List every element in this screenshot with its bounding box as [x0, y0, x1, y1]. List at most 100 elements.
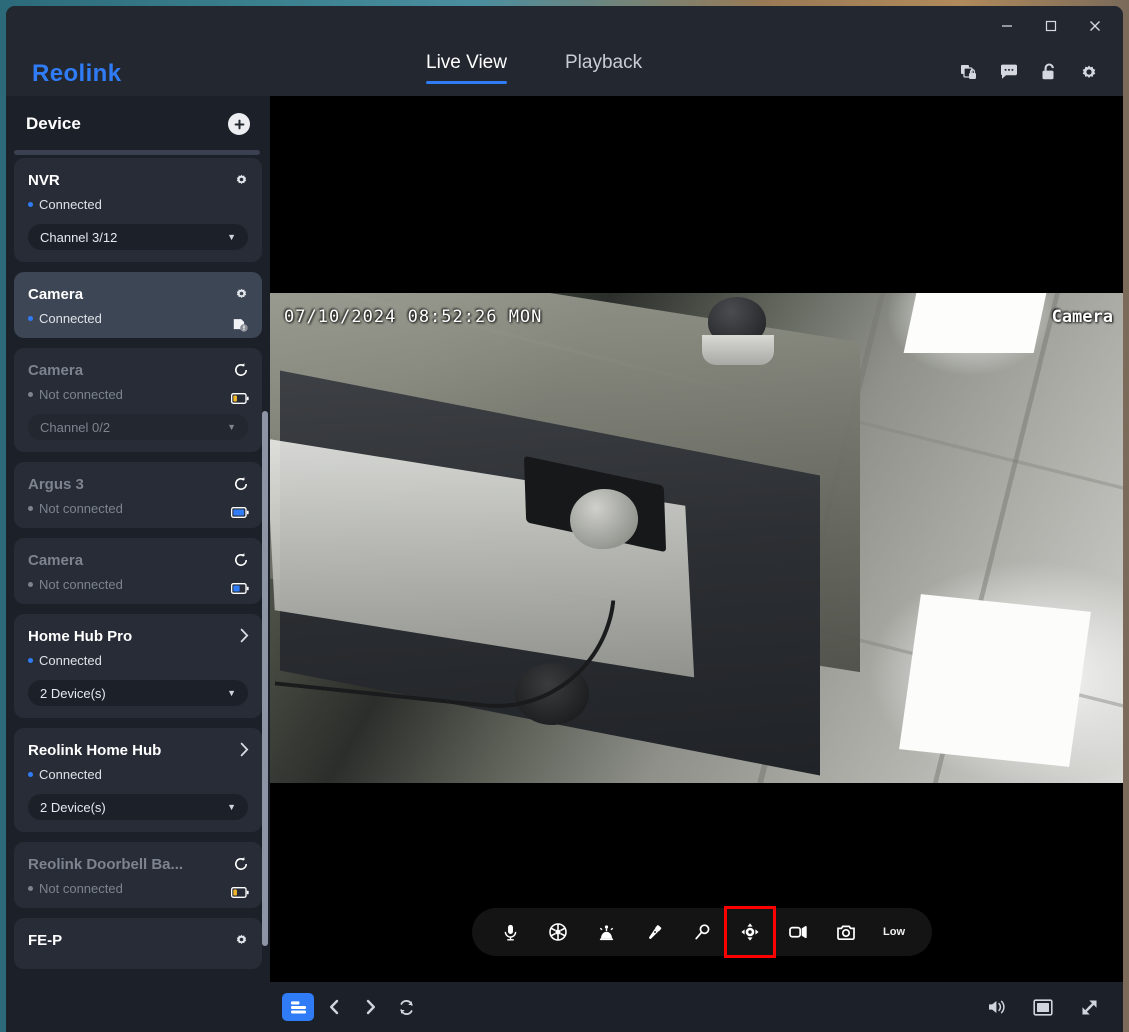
record-icon[interactable] [774, 908, 822, 956]
chevron-down-icon: ▼ [227, 688, 236, 698]
files-lock-icon[interactable] [959, 62, 979, 82]
device-sidebar: Device NVR Connected Channel 3/12 ▼ Came… [6, 96, 270, 1032]
fullscreen-icon[interactable] [1073, 991, 1105, 1023]
chat-icon[interactable] [999, 62, 1019, 82]
bottom-right-controls [981, 991, 1123, 1023]
sd-card-alert-icon[interactable] [231, 317, 249, 333]
close-button[interactable] [1073, 11, 1117, 41]
device-name: Camera [28, 362, 84, 379]
device-card-camera-selected[interactable]: Camera Connected [14, 272, 262, 338]
device-status: Not connected [28, 501, 248, 516]
spotlight-icon[interactable] [630, 908, 678, 956]
device-card-argus-3[interactable]: Argus 3 Not connected [14, 462, 262, 528]
video-feed[interactable]: 07/10/2024 08:52:26 MON Camera [270, 293, 1123, 783]
channel-select-value: Channel 0/2 [40, 419, 111, 435]
refresh-icon[interactable] [233, 856, 249, 872]
next-icon[interactable] [354, 991, 386, 1023]
chevron-right-icon[interactable] [240, 742, 249, 757]
device-status: Not connected [28, 881, 248, 896]
device-name: Reolink Home Hub [28, 742, 162, 759]
gear-icon[interactable] [234, 172, 249, 187]
status-dot [28, 316, 33, 321]
add-device-button[interactable] [228, 113, 250, 135]
device-count-select[interactable]: 2 Device(s) ▼ [28, 680, 248, 706]
chevron-down-icon: ▼ [227, 422, 236, 432]
video-timestamp: 07/10/2024 08:52:26 MON [284, 307, 543, 327]
zoom-icon[interactable] [678, 908, 726, 956]
sidebar-header: Device [6, 96, 270, 151]
channel-select-value: Channel 3/12 [40, 229, 118, 245]
video-window-light-bottom [899, 594, 1091, 767]
pip-icon[interactable] [1027, 991, 1059, 1023]
device-count-value: 2 Device(s) [40, 799, 106, 815]
bottom-left-controls [270, 991, 422, 1023]
device-name: Camera [28, 286, 84, 303]
gear-icon[interactable] [1079, 62, 1099, 82]
volume-icon[interactable] [981, 991, 1013, 1023]
status-dot [28, 202, 33, 207]
device-name: FE-P [28, 932, 63, 949]
channel-select[interactable]: Channel 3/12 ▼ [28, 224, 248, 250]
refresh-icon[interactable] [390, 991, 422, 1023]
unlock-icon[interactable] [1039, 62, 1059, 82]
tab-playback[interactable]: Playback [565, 52, 642, 84]
status-dot [28, 886, 33, 891]
app-header: Reolink Live View Playback [6, 46, 1123, 96]
minimize-button[interactable] [985, 11, 1029, 41]
bottom-bar [270, 982, 1123, 1032]
desktop-background: Reolink Live View Playback Device NVR Co… [0, 0, 1129, 1032]
tab-live-view[interactable]: Live View [426, 52, 507, 84]
status-text: Not connected [39, 577, 123, 592]
siren-icon[interactable] [582, 908, 630, 956]
device-name: NVR [28, 172, 60, 189]
prev-icon[interactable] [318, 991, 350, 1023]
snapshot-icon[interactable] [822, 908, 870, 956]
device-card-reolink-doorbell[interactable]: Reolink Doorbell Ba... Not connected [14, 842, 262, 908]
refresh-icon[interactable] [233, 476, 249, 492]
device-status: Connected [28, 767, 248, 782]
status-text: Connected [39, 311, 102, 326]
refresh-icon[interactable] [233, 552, 249, 568]
status-dot [28, 772, 33, 777]
ptz-wheel-icon[interactable] [534, 908, 582, 956]
device-card-camera-battery[interactable]: Camera Not connected [14, 538, 262, 604]
sidebar-title: Device [26, 113, 81, 133]
battery-low-icon [231, 393, 249, 404]
gear-icon[interactable] [234, 286, 249, 301]
channel-select[interactable]: Channel 0/2 ▼ [28, 414, 248, 440]
main-tabs: Live View Playback [426, 52, 642, 84]
chevron-right-icon[interactable] [240, 628, 249, 643]
sidebar-horizontal-scrollbar[interactable] [14, 150, 260, 155]
reolink-logo: Reolink [32, 60, 122, 87]
device-card-fe-p[interactable]: FE-P [14, 918, 262, 969]
video-camera-label: Camera [1051, 307, 1113, 327]
sidebar-vertical-scrollbar[interactable] [262, 411, 268, 946]
refresh-icon[interactable] [233, 362, 249, 378]
status-text: Connected [39, 767, 102, 782]
device-count-select[interactable]: 2 Device(s) ▼ [28, 794, 248, 820]
microphone-icon[interactable] [486, 908, 534, 956]
status-text: Connected [39, 197, 102, 212]
battery-full-icon [231, 507, 249, 518]
video-window-light-top [903, 293, 1047, 353]
title-bar [6, 6, 1123, 46]
header-icons [959, 62, 1099, 82]
reolink-app-window: Reolink Live View Playback Device NVR Co… [6, 6, 1123, 1032]
chevron-down-icon: ▼ [227, 232, 236, 242]
device-card-camera-disconnected[interactable]: Camera Not connected Channel 0/2 ▼ [14, 348, 262, 452]
video-controls-toolbar: Low [472, 906, 932, 958]
device-status: Not connected [28, 577, 248, 592]
device-card-reolink-home-hub[interactable]: Reolink Home Hub Connected 2 Device(s) ▼ [14, 728, 262, 832]
device-name: Reolink Doorbell Ba... [28, 856, 184, 873]
quality-button[interactable]: Low [870, 908, 918, 956]
video-stage[interactable]: 07/10/2024 08:52:26 MON Camera Low [270, 96, 1123, 982]
gear-icon[interactable] [234, 932, 249, 947]
device-card-home-hub-pro[interactable]: Home Hub Pro Connected 2 Device(s) ▼ [14, 614, 262, 718]
ptz-control-icon[interactable] [724, 906, 776, 958]
status-text: Connected [39, 653, 102, 668]
status-dot [28, 392, 33, 397]
battery-low-icon [231, 887, 249, 898]
layout-grid-icon[interactable] [282, 993, 314, 1021]
maximize-button[interactable] [1029, 11, 1073, 41]
device-card-nvr[interactable]: NVR Connected Channel 3/12 ▼ [14, 158, 262, 262]
